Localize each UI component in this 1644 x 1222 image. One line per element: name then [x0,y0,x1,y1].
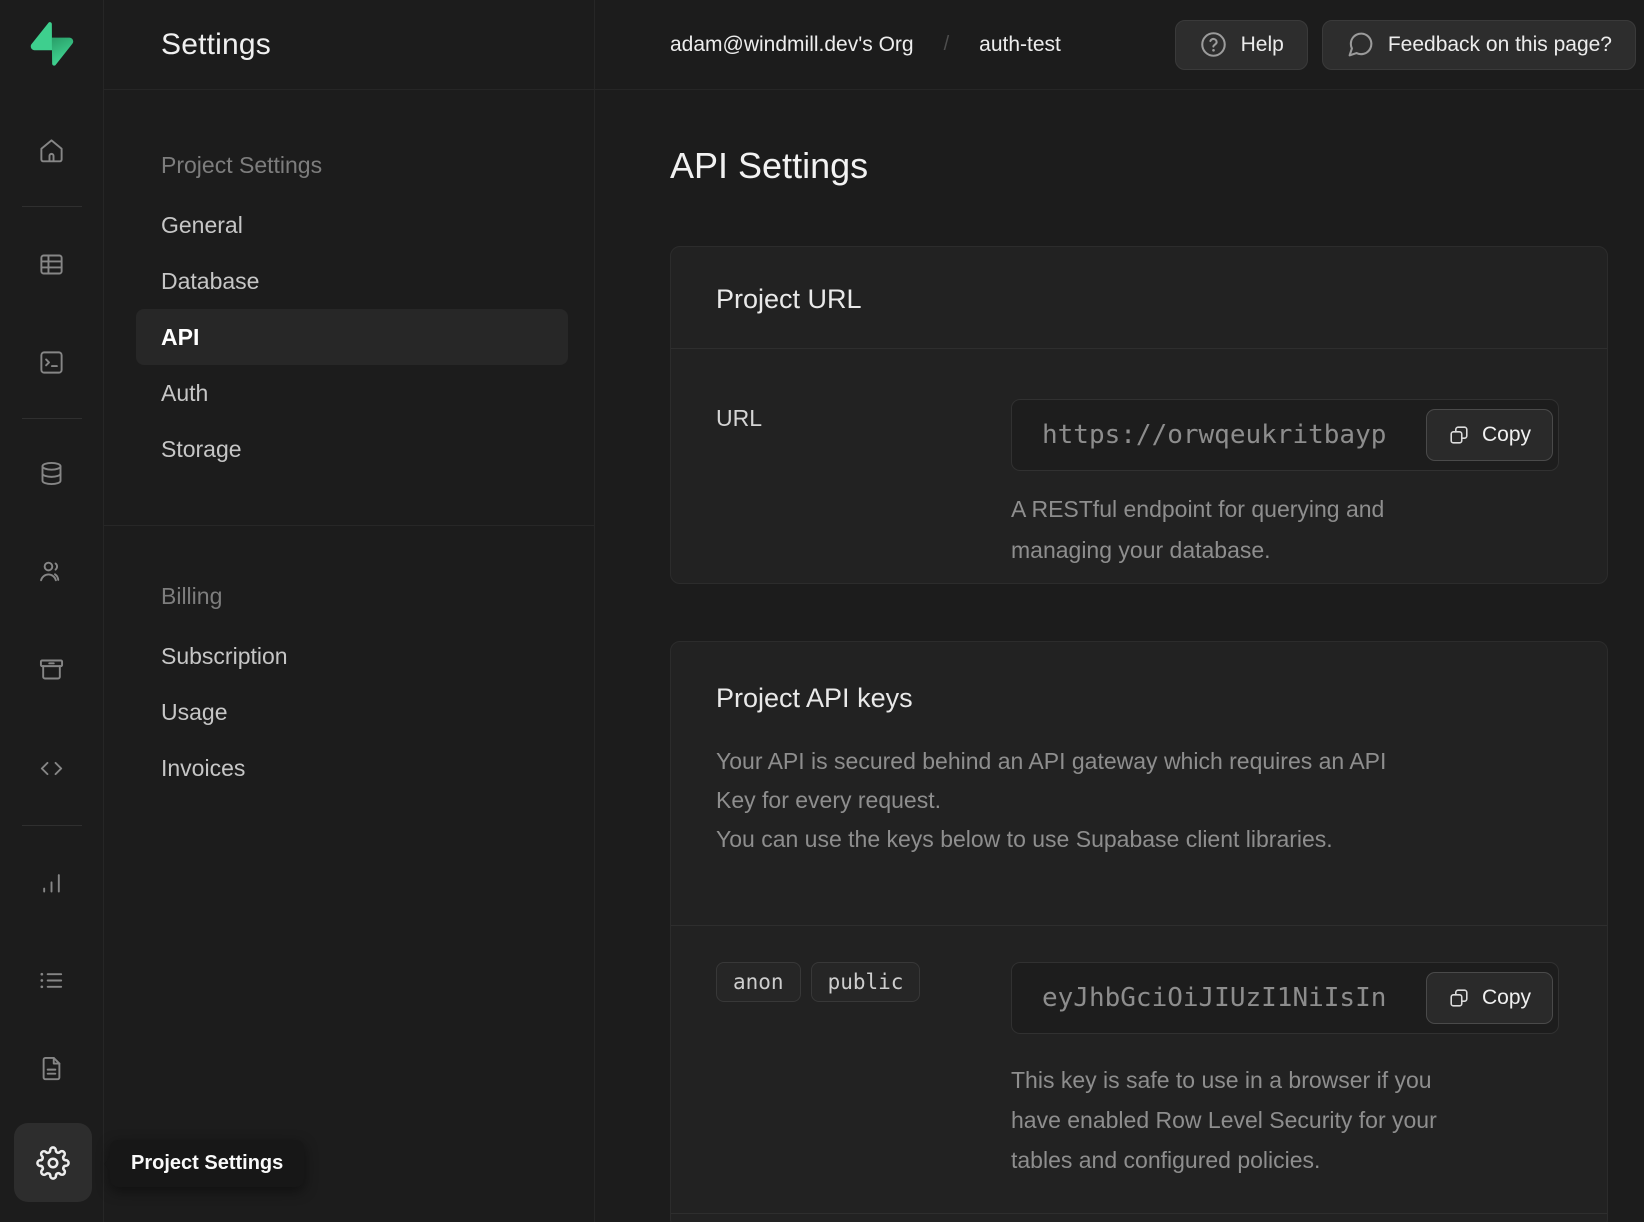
sql-editor-icon[interactable] [30,340,74,384]
sidebar-item-database[interactable]: Database [136,253,568,309]
project-url-card: Project URL URL https://orwqeukritbayp [670,246,1608,584]
billing-menu: Subscription Usage Invoices [104,628,594,796]
copy-icon [1448,424,1470,446]
anon-key-field-col: eyJhbGciOiJIUzI1NiIsIn Copy This key is … [1011,962,1559,1180]
reports-chart-icon[interactable] [30,860,74,904]
api-keys-description-line-1: Your API is secured behind an API gatewa… [716,742,1426,820]
copy-icon [1448,987,1470,1009]
project-url-card-header: Project URL [671,247,1607,349]
section-label-project-settings: Project Settings [104,152,594,179]
anon-badge: anon [716,962,801,1002]
breadcrumb-org[interactable]: adam@windmill.dev's Org [670,33,914,57]
top-header: adam@windmill.dev's Org / auth-test Help… [595,0,1644,90]
breadcrumb-separator: / [944,33,950,56]
message-bubble-icon [1346,30,1375,59]
edge-functions-code-icon[interactable] [30,746,74,790]
page-content: API Settings Project URL URL https://orw… [595,90,1644,1222]
help-button-label: Help [1241,33,1284,57]
breadcrumb-project[interactable]: auth-test [979,33,1061,57]
rail-divider [22,825,82,826]
project-url-field[interactable]: https://orwqeukritbayp Copy [1011,399,1559,471]
rail-divider [22,206,82,207]
logs-list-icon[interactable] [30,958,74,1002]
home-icon[interactable] [30,128,74,172]
feedback-button-label: Feedback on this page? [1388,33,1612,57]
section-label-billing: Billing [104,583,594,610]
sidebar-item-usage[interactable]: Usage [136,684,568,740]
copy-anon-key-button[interactable]: Copy [1426,972,1553,1024]
url-label: URL [716,399,1011,432]
settings-title: Settings [161,28,271,62]
feedback-button[interactable]: Feedback on this page? [1322,20,1636,70]
project-settings-menu: General Database API Auth Storage [104,197,594,477]
anon-key-description: This key is safe to use in a browser if … [1011,1060,1481,1180]
sidebar-item-subscription[interactable]: Subscription [136,628,568,684]
project-settings-gear-icon[interactable] [14,1123,92,1202]
help-circle-icon [1199,30,1228,59]
table-editor-icon[interactable] [30,242,74,286]
storage-icon[interactable] [30,647,74,691]
sidebar-item-auth[interactable]: Auth [136,365,568,421]
url-row-label-col: URL [716,399,1011,571]
sidebar-item-storage[interactable]: Storage [136,421,568,477]
anon-key-badges: anon public [716,962,1011,1002]
api-keys-card: Project API keys Your API is secured beh… [670,641,1608,1222]
database-icon[interactable] [30,451,74,495]
api-keys-card-header: Project API keys Your API is secured beh… [671,642,1607,926]
icon-rail [0,0,104,1222]
url-description: A RESTful endpoint for querying and mana… [1011,489,1451,571]
project-url-card-title: Project URL [716,283,1562,315]
settings-sidebar: Settings Project Settings General Databa… [104,0,595,1222]
sidebar-item-general[interactable]: General [136,197,568,253]
api-keys-card-description: Your API is secured behind an API gatewa… [716,742,1562,859]
settings-sidebar-header: Settings [104,0,594,90]
rail-divider [22,418,82,419]
page-title: API Settings [670,144,1608,188]
anon-key-badges-col: anon public [716,962,1011,1180]
project-settings-tooltip-label: Project Settings [131,1152,283,1175]
main-area: adam@windmill.dev's Org / auth-test Help… [595,0,1644,1222]
anon-key-value: eyJhbGciOiJIUzI1NiIsIn [1042,983,1386,1013]
help-button[interactable]: Help [1175,20,1308,70]
sidebar-item-invoices[interactable]: Invoices [136,740,568,796]
header-actions: Help Feedback on this page? [1175,20,1636,70]
project-settings-tooltip: Project Settings [110,1140,304,1187]
copy-url-label: Copy [1482,423,1531,447]
docs-file-icon[interactable] [30,1046,74,1090]
api-keys-card-title: Project API keys [716,682,1562,714]
copy-url-button[interactable]: Copy [1426,409,1553,461]
url-row: URL https://orwqeukritbayp Copy [671,349,1607,583]
url-row-field-col: https://orwqeukritbayp Copy A RESTful en… [1011,399,1559,571]
anon-key-row: anon public eyJhbGciOiJIUzI1NiIsIn Copy [671,926,1607,1214]
supabase-dashboard: Settings Project Settings General Databa… [0,0,1644,1222]
api-keys-card-next-row [671,1214,1607,1222]
auth-users-icon[interactable] [30,549,74,593]
project-url-value: https://orwqeukritbayp [1042,420,1386,450]
sidebar-item-api[interactable]: API [136,309,568,365]
supabase-logo-icon[interactable] [30,22,74,66]
anon-key-field[interactable]: eyJhbGciOiJIUzI1NiIsIn Copy [1011,962,1559,1034]
api-keys-description-line-2: You can use the keys below to use Supaba… [716,820,1526,859]
public-badge: public [811,962,921,1002]
copy-anon-key-label: Copy [1482,986,1531,1010]
sidebar-divider [104,525,594,526]
